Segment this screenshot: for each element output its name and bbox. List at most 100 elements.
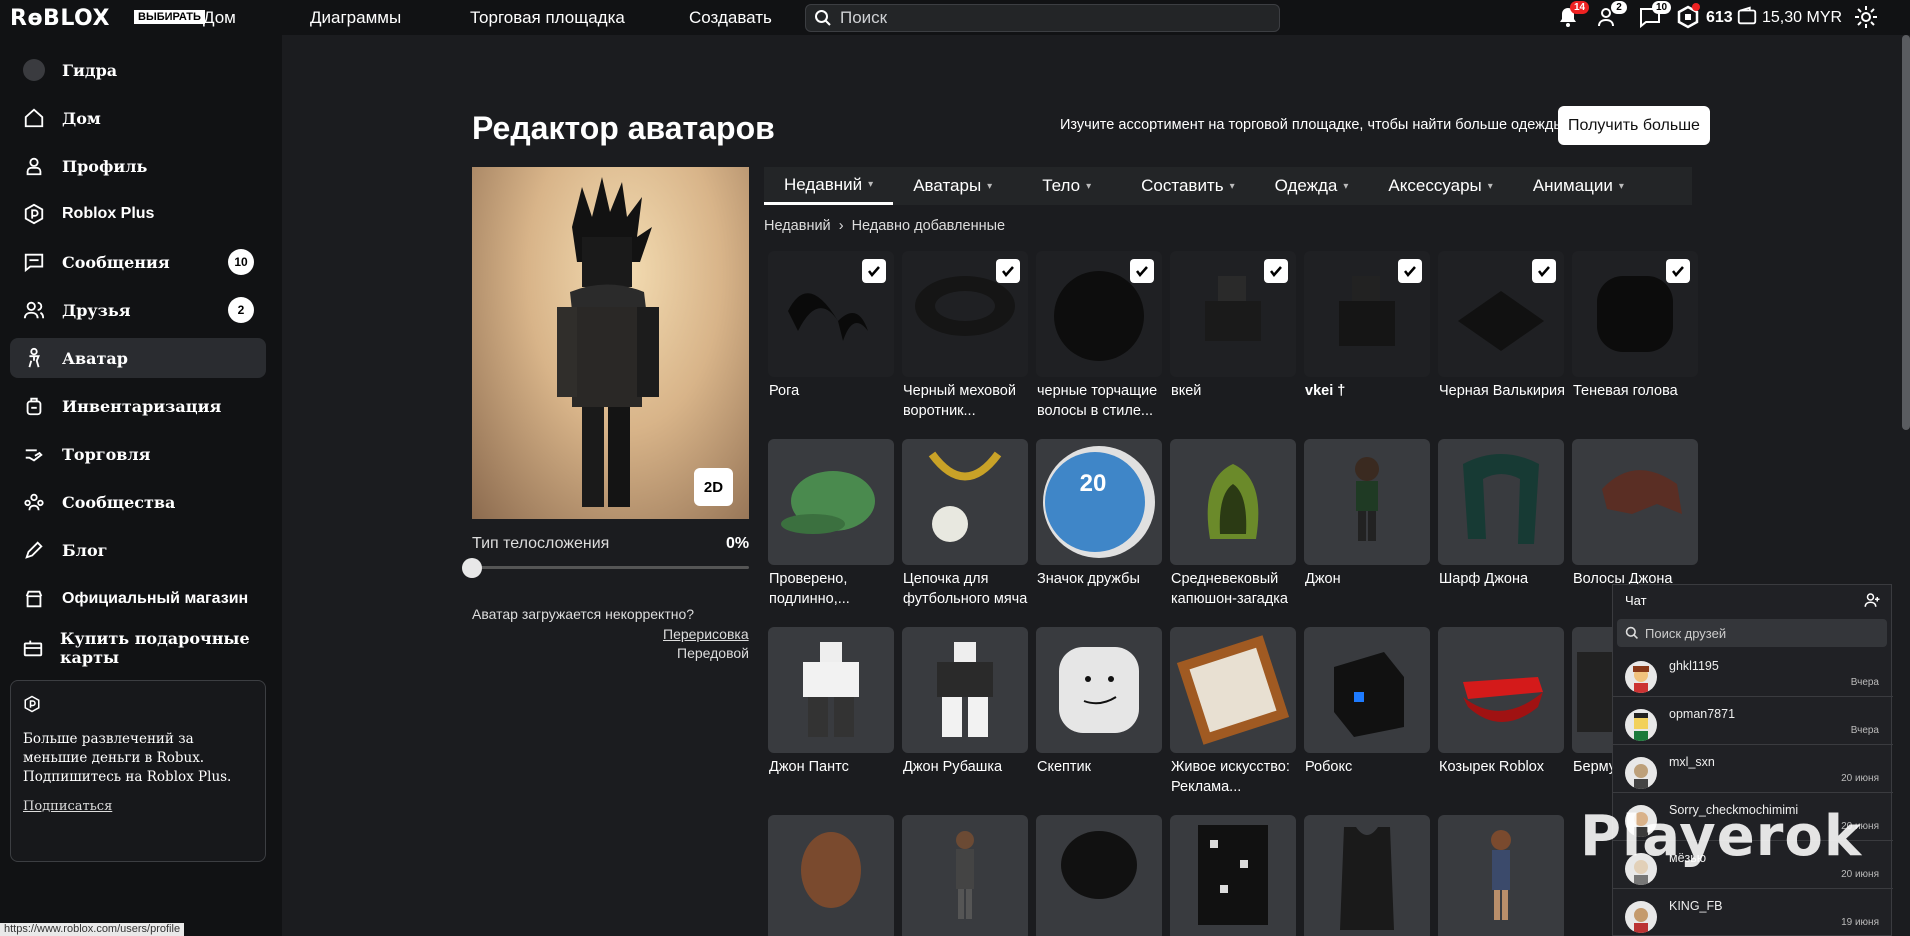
sidebar-item-label: Roblox Plus <box>62 205 155 222</box>
add-friend-icon[interactable] <box>1863 591 1881 609</box>
chat-panel: Чат ghkl1195 Вчера opman7871 Вчера mxl_s… <box>1612 584 1893 936</box>
item-card[interactable] <box>1304 439 1430 565</box>
item-name: черные торчащие волосы в стиле... <box>1037 383 1158 419</box>
page-scrollbar[interactable] <box>1902 35 1910 430</box>
tab-accessories[interactable]: Аксессуары ▾ <box>1368 167 1512 205</box>
nav-create[interactable]: Создавать <box>689 8 772 28</box>
subscribe-link[interactable]: Подписаться <box>23 799 253 814</box>
item-name: вкей <box>1171 383 1202 399</box>
tab-body[interactable]: Тело ▾ <box>1012 167 1121 205</box>
breadcrumb-recent[interactable]: Недавний <box>764 218 831 234</box>
chat-conversation[interactable]: KING_FB 19 июня <box>1613 889 1893 936</box>
get-more-button[interactable]: Получить больше <box>1558 106 1710 145</box>
friends-button[interactable]: 2 <box>1597 1 1627 31</box>
item-card[interactable] <box>1170 627 1296 753</box>
check-icon[interactable] <box>1130 259 1154 283</box>
tab-compose[interactable]: Составить ▾ <box>1121 167 1254 205</box>
item-card[interactable] <box>1304 251 1430 377</box>
wallet-button[interactable] <box>1736 5 1762 31</box>
tab-clothing[interactable]: Одежда ▾ <box>1255 167 1369 205</box>
robux-button[interactable] <box>1676 3 1702 31</box>
item-card[interactable] <box>1304 627 1430 753</box>
item-name: Цепочка для футбольного мяча <box>903 571 1028 607</box>
item-name: Джон Рубашка <box>903 759 1003 775</box>
item-card[interactable] <box>1036 251 1162 377</box>
sidebar-item-official-store[interactable]: Официальный магазин <box>10 579 266 619</box>
sidebar-item-inventory[interactable]: Инвентаризация <box>10 386 266 426</box>
tab-recent[interactable]: Недавний ▾ <box>764 167 894 205</box>
item-card[interactable] <box>1438 815 1564 936</box>
tab-animations[interactable]: Анимации ▾ <box>1513 167 1644 205</box>
roblox-logo[interactable]: RɵBLOX <box>10 6 110 31</box>
chat-conversation[interactable]: ghkl1195 Вчера <box>1613 649 1893 697</box>
item-card[interactable] <box>902 627 1028 753</box>
messages-button[interactable]: 10 <box>1638 1 1672 31</box>
chat-conversation[interactable]: mxl_sxn 20 июня <box>1613 745 1893 793</box>
item-card[interactable] <box>1572 439 1698 565</box>
search-input[interactable] <box>840 8 1260 28</box>
item-name: Теневая голова <box>1573 383 1678 399</box>
item-card[interactable] <box>1170 815 1296 936</box>
avatar-preview[interactable] <box>472 167 749 519</box>
notifications-button[interactable]: 14 <box>1556 1 1590 31</box>
category-tabs: Недавний ▾ Аватары ▾ Тело ▾ Составить ▾ Одеж… <box>764 167 1692 205</box>
chat-username: ghkl1195 <box>1669 659 1719 673</box>
check-icon[interactable] <box>1264 259 1288 283</box>
sidebar-item-friends[interactable]: Друзья 2 <box>10 290 266 330</box>
sidebar-item-trade[interactable]: Торговля <box>10 434 266 474</box>
sidebar-item-home[interactable]: Дом <box>10 98 266 138</box>
item-card[interactable] <box>768 439 894 565</box>
robox-thumbnail <box>1334 652 1404 737</box>
item-card[interactable] <box>1036 815 1162 936</box>
sidebar-item-profile[interactable]: Профиль <box>10 146 266 186</box>
sidebar-item-blog[interactable]: Блог <box>10 530 266 570</box>
check-icon[interactable] <box>862 259 886 283</box>
search-bar[interactable] <box>805 4 1280 32</box>
sidebar-item-roblox-plus[interactable]: Roblox Plus <box>10 194 266 234</box>
sidebar-item-avatar[interactable]: Аватар <box>10 338 266 378</box>
check-icon[interactable] <box>1666 259 1690 283</box>
settings-button[interactable] <box>1854 5 1880 31</box>
body-type-slider[interactable] <box>472 566 749 569</box>
view-2d-toggle[interactable]: 2D <box>694 468 733 506</box>
sidebar-item-profile-user[interactable]: Гидра <box>10 50 266 90</box>
chat-conversation[interactable]: opman7871 Вчера <box>1613 697 1893 745</box>
item-card[interactable] <box>902 815 1028 936</box>
item-card[interactable] <box>1036 627 1162 753</box>
item-card[interactable] <box>1170 439 1296 565</box>
body-type-slider-handle[interactable] <box>462 558 482 578</box>
check-icon[interactable] <box>1398 259 1422 283</box>
item-card[interactable] <box>1572 251 1698 377</box>
sidebar-item-messages[interactable]: Сообщения 10 <box>10 242 266 282</box>
notifications-badge: 14 <box>1570 1 1590 14</box>
item-card[interactable] <box>1438 439 1564 565</box>
item-card[interactable] <box>1438 251 1564 377</box>
item-card[interactable] <box>768 815 894 936</box>
chat-search[interactable] <box>1617 619 1887 647</box>
sidebar-item-label: Сообщества <box>62 492 176 512</box>
avatar <box>1625 709 1657 741</box>
item-card[interactable] <box>1304 815 1430 936</box>
badge-number: 20 <box>1080 470 1107 497</box>
avatar <box>22 58 46 82</box>
sidebar-item-gift-cards[interactable]: Купить подарочные карты <box>10 628 266 668</box>
sidebar-item-communities[interactable]: Сообщества <box>10 482 266 522</box>
avatar <box>1625 901 1657 933</box>
item-card[interactable] <box>768 627 894 753</box>
item-card[interactable] <box>1170 251 1296 377</box>
tab-avatars[interactable]: Аватары ▾ <box>893 167 1012 205</box>
item-card[interactable] <box>1438 627 1564 753</box>
item-card[interactable] <box>768 251 894 377</box>
redraw-link[interactable]: Перерисовка <box>663 626 749 642</box>
tab-label: Одежда <box>1274 176 1338 195</box>
friend-search-input[interactable] <box>1645 625 1821 641</box>
nav-charts[interactable]: Диаграммы <box>310 8 401 28</box>
watermark: Playerok <box>1580 804 1863 869</box>
item-card[interactable]: 20 <box>1036 439 1162 565</box>
item-card[interactable] <box>902 439 1028 565</box>
item-card[interactable] <box>902 251 1028 377</box>
nav-marketplace[interactable]: Торговая площадка <box>470 8 625 28</box>
nav-home[interactable]: Дом <box>203 8 236 28</box>
check-icon[interactable] <box>996 259 1020 283</box>
check-icon[interactable] <box>1532 259 1556 283</box>
